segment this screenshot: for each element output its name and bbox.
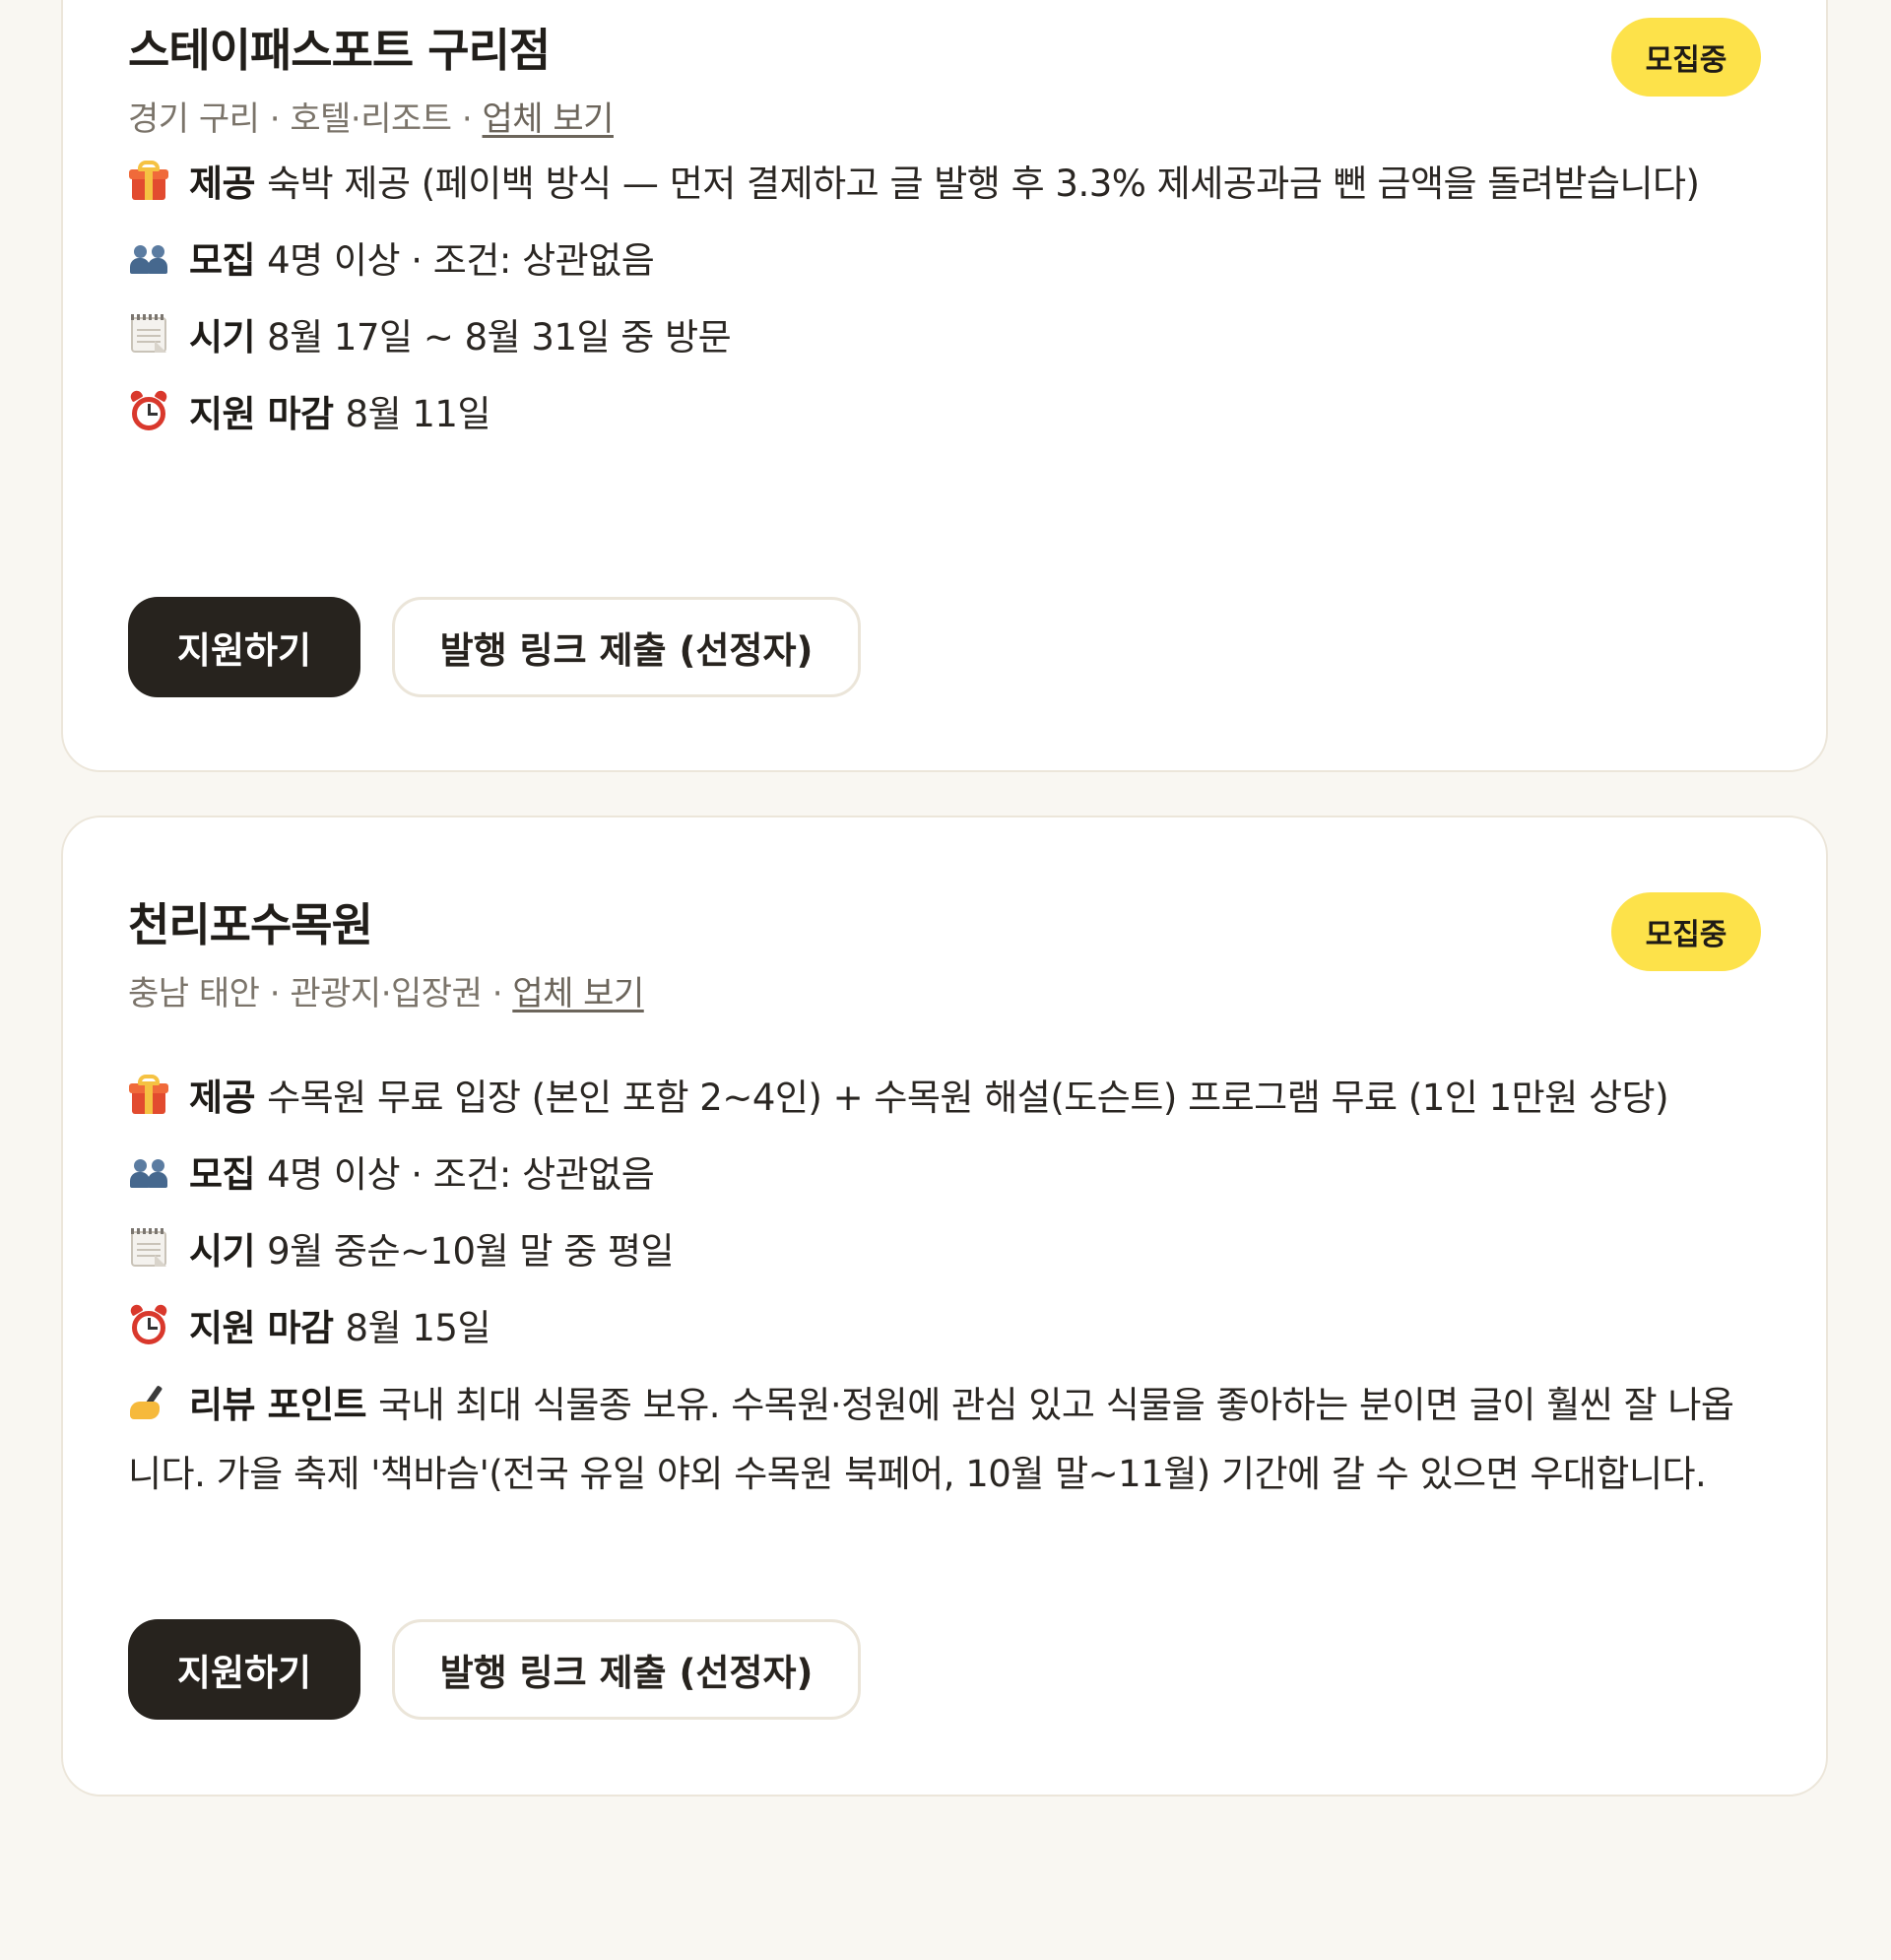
period-label: 시기 xyxy=(189,1230,256,1273)
gift-icon xyxy=(128,161,169,202)
gift-icon xyxy=(128,1075,169,1116)
deadline-value: 8월 11일 xyxy=(345,393,491,435)
category-text: 호텔·리조트 xyxy=(290,99,452,140)
offer-value: 수목원 무료 입장 (본인 포함 2~4인) + 수목원 해설(도슨트) 프로그… xyxy=(267,1077,1669,1119)
deadline-label: 지원 마감 xyxy=(189,1307,334,1349)
recruit-row: 모집 4명 이상 · 조건: 상관없음 xyxy=(128,1141,1747,1209)
submit-link-button[interactable]: 발행 링크 제출 (선정자) xyxy=(392,1619,861,1720)
apply-button[interactable]: 지원하기 xyxy=(128,597,360,697)
card-title: 천리포수목원 xyxy=(128,898,373,951)
calendar-icon xyxy=(128,1228,169,1270)
recruit-value: 4명 이상 · 조건: 상관없음 xyxy=(267,1153,655,1196)
apply-button[interactable]: 지원하기 xyxy=(128,1619,360,1720)
region-text: 경기 구리 xyxy=(128,99,260,140)
card-details: 제공 숙박 제공 (페이백 방식 — 먼저 결제하고 글 발행 후 3.3% 제세… xyxy=(128,150,1747,457)
writing-hand-icon xyxy=(128,1382,169,1423)
alarm-clock-icon xyxy=(128,388,169,432)
review-row: 리뷰 포인트 국내 최대 식물종 보유. 수목원·정원에 관심 있고 식물을 좋아… xyxy=(128,1371,1747,1509)
vendor-link[interactable]: 업체 보기 xyxy=(512,974,644,1013)
period-row: 시기 9월 중순~10월 말 중 평일 xyxy=(128,1217,1747,1286)
period-value: 8월 17일 ~ 8월 31일 중 방문 xyxy=(267,316,732,359)
region-text: 충남 태안 xyxy=(128,974,260,1014)
meta-separator: · xyxy=(269,974,281,1014)
recruit-row: 모집 4명 이상 · 조건: 상관없음 xyxy=(128,227,1747,295)
deadline-row: 지원 마감 8월 11일 xyxy=(128,380,1747,449)
review-value: 국내 최대 식물종 보유. 수목원·정원에 관심 있고 식물을 좋아하는 분이면… xyxy=(128,1384,1734,1495)
card-details: 제공 수목원 무료 입장 (본인 포함 2~4인) + 수목원 해설(도슨트) 프… xyxy=(128,1064,1747,1517)
status-badge: 모집중 xyxy=(1611,18,1761,97)
offer-row: 제공 수목원 무료 입장 (본인 포함 2~4인) + 수목원 해설(도슨트) 프… xyxy=(128,1064,1747,1133)
card-meta: 경기 구리 · 호텔·리조트 · 업체 보기 xyxy=(128,99,1761,140)
deadline-value: 8월 15일 xyxy=(345,1307,491,1349)
deadline-label: 지원 마감 xyxy=(189,393,334,435)
review-label: 리뷰 포인트 xyxy=(189,1384,367,1426)
meta-separator: · xyxy=(269,99,281,140)
listing-card: 스테이패스포트 구리점 모집중 경기 구리 · 호텔·리조트 · 업체 보기 제… xyxy=(61,0,1828,772)
card-header: 천리포수목원 모집중 충남 태안 · 관광지·입장권 · 업체 보기 xyxy=(128,892,1761,1014)
listing-card: 천리포수목원 모집중 충남 태안 · 관광지·입장권 · 업체 보기 제공 수목원… xyxy=(61,816,1828,1797)
card-header: 스테이패스포트 구리점 모집중 경기 구리 · 호텔·리조트 · 업체 보기 xyxy=(128,18,1761,140)
offer-label: 제공 xyxy=(189,1077,256,1119)
meta-separator: · xyxy=(461,99,473,140)
deadline-row: 지원 마감 8월 15일 xyxy=(128,1294,1747,1363)
offer-value: 숙박 제공 (페이백 방식 — 먼저 결제하고 글 발행 후 3.3% 제세공과… xyxy=(267,163,1700,205)
offer-label: 제공 xyxy=(189,163,256,205)
submit-link-button[interactable]: 발행 링크 제출 (선정자) xyxy=(392,597,861,697)
alarm-clock-icon xyxy=(128,1302,169,1346)
period-row: 시기 8월 17일 ~ 8월 31일 중 방문 xyxy=(128,303,1747,372)
recruit-label: 모집 xyxy=(189,239,256,282)
meta-separator: · xyxy=(491,974,503,1014)
period-value: 9월 중순~10월 말 중 평일 xyxy=(267,1230,675,1273)
period-label: 시기 xyxy=(189,316,256,359)
card-title: 스테이패스포트 구리점 xyxy=(128,24,551,77)
offer-row: 제공 숙박 제공 (페이백 방식 — 먼저 결제하고 글 발행 후 3.3% 제세… xyxy=(128,150,1747,219)
people-icon xyxy=(128,237,169,279)
card-meta: 충남 태안 · 관광지·입장권 · 업체 보기 xyxy=(128,974,1761,1014)
vendor-link[interactable]: 업체 보기 xyxy=(483,99,615,139)
card-actions: 지원하기 발행 링크 제출 (선정자) xyxy=(128,597,861,697)
category-text: 관광지·입장권 xyxy=(290,974,483,1014)
card-actions: 지원하기 발행 링크 제출 (선정자) xyxy=(128,1619,861,1720)
recruit-label: 모집 xyxy=(189,1153,256,1196)
status-badge: 모집중 xyxy=(1611,892,1761,971)
recruit-value: 4명 이상 · 조건: 상관없음 xyxy=(267,239,655,282)
people-icon xyxy=(128,1151,169,1193)
calendar-icon xyxy=(128,314,169,356)
